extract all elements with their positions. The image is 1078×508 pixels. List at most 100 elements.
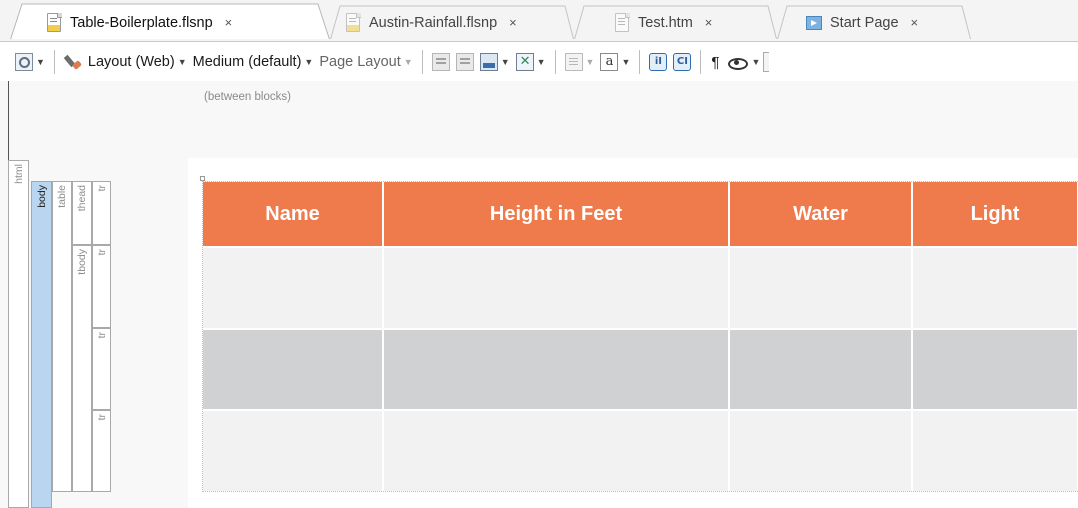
structure-bar-body[interactable]: body xyxy=(31,181,52,508)
snippet-file-icon xyxy=(345,12,361,33)
table-rows-dropdown[interactable]: ▼ xyxy=(513,49,549,75)
structure-bar-label: tr xyxy=(95,414,108,421)
insert-image-dropdown[interactable]: ▼ xyxy=(477,49,513,75)
medium-dropdown[interactable]: Medium (default) ▼ xyxy=(190,49,317,75)
table-cell[interactable] xyxy=(730,327,913,410)
snippet-file-icon xyxy=(46,12,62,33)
table-cell[interactable] xyxy=(730,246,913,328)
show-spans-icon xyxy=(455,53,474,71)
zoom-icon xyxy=(15,53,33,71)
table-row xyxy=(203,327,1078,410)
structure-bar-label: body xyxy=(35,185,48,208)
show-markers-button[interactable]: ¶ xyxy=(707,54,723,71)
tab-austin-rainfall[interactable]: Austin-Rainfall.flsnp × xyxy=(335,3,517,42)
table-cell[interactable] xyxy=(384,409,730,491)
structure-bar-html[interactable]: html xyxy=(8,160,29,508)
chevron-down-icon: ▼ xyxy=(177,57,187,67)
overflow-icon xyxy=(763,52,770,72)
text-format-dropdown[interactable]: a ▼ xyxy=(597,49,633,75)
structure-bar-thead[interactable]: thead xyxy=(72,181,92,245)
structure-bar-label: tbody xyxy=(76,249,88,275)
editor-toolbar: ▼ Layout (Web) ▼ Medium (default) ▼ Page… xyxy=(0,43,1078,81)
structure-bar-label: thead xyxy=(76,185,88,212)
table-cell[interactable] xyxy=(730,409,913,491)
table-cell[interactable] xyxy=(913,246,1078,328)
table-cell[interactable] xyxy=(384,246,730,328)
toolbar-separator xyxy=(554,50,556,74)
table-row xyxy=(203,409,1078,491)
structure-bar-tr[interactable]: tr xyxy=(92,245,111,328)
show-spans-button[interactable] xyxy=(453,49,477,75)
toolbar-separator xyxy=(639,50,641,74)
table-cell[interactable] xyxy=(203,246,384,328)
table-row xyxy=(203,246,1078,328)
structure-bar-table[interactable]: table xyxy=(52,181,72,492)
chevron-down-icon: ▼ xyxy=(621,57,631,67)
show-blocks-icon xyxy=(431,53,450,71)
header-cell-name[interactable]: Name xyxy=(203,182,384,246)
eye-icon xyxy=(726,53,749,71)
between-blocks-hint: (between blocks) xyxy=(204,91,291,103)
tab-close-button[interactable]: × xyxy=(509,15,517,30)
page-layout-label: Page Layout xyxy=(319,54,401,70)
condition-tag-icon: CI xyxy=(673,53,692,71)
document-icon xyxy=(564,53,583,71)
structure-bar-label: tr xyxy=(95,332,108,339)
chevron-down-icon: ▼ xyxy=(500,57,510,67)
brush-icon xyxy=(64,53,82,71)
chevron-down-icon: ▼ xyxy=(585,57,595,67)
show-conditions-button[interactable]: CI xyxy=(670,49,694,75)
structure-bar-tr[interactable]: tr xyxy=(92,328,111,410)
chevron-down-icon: ▼ xyxy=(536,57,546,67)
header-cell-water[interactable]: Water xyxy=(730,182,913,246)
toolbar-separator xyxy=(700,50,702,74)
document-options-dropdown[interactable]: ▼ xyxy=(562,49,598,75)
style-brush-button[interactable] xyxy=(61,49,85,75)
tab-label: Austin-Rainfall.flsnp xyxy=(369,14,498,31)
structure-bar-label: tr xyxy=(95,249,108,256)
zoom-dropdown[interactable]: ▼ xyxy=(12,49,48,75)
header-cell-height[interactable]: Height in Feet xyxy=(384,182,730,246)
start-page-icon xyxy=(806,15,822,30)
table-cell[interactable] xyxy=(913,409,1078,491)
show-tags-button[interactable]: iI xyxy=(646,49,670,75)
chevron-down-icon: ▼ xyxy=(36,57,45,67)
html-file-icon xyxy=(614,12,630,33)
chevron-down-icon: ▼ xyxy=(304,57,314,67)
structure-bar-tbody[interactable]: tbody xyxy=(72,245,92,492)
document-tab-strip: Table-Boilerplate.flsnp × Austin-Rainfal… xyxy=(0,0,1078,42)
structure-bar-label: tr xyxy=(95,185,108,192)
tab-start-page[interactable]: Start Page × xyxy=(796,3,918,42)
structure-bar-tr[interactable]: tr xyxy=(92,181,111,245)
table-cell[interactable] xyxy=(384,327,730,410)
chevron-down-icon: ▼ xyxy=(403,57,413,67)
layout-dropdown[interactable]: Layout (Web) ▼ xyxy=(85,49,190,75)
table-header-row: Name Height in Feet Water Light xyxy=(203,182,1078,246)
data-table[interactable]: Name Height in Feet Water Light xyxy=(202,181,1078,492)
tab-label: Table-Boilerplate.flsnp xyxy=(70,14,213,31)
table-row-icon xyxy=(515,53,534,71)
medium-label: Medium (default) xyxy=(192,54,302,70)
table-cell[interactable] xyxy=(203,409,384,491)
structure-bar-label: html xyxy=(12,164,25,184)
page-layout-dropdown[interactable]: Page Layout ▼ xyxy=(316,49,415,75)
tab-table-boilerplate[interactable]: Table-Boilerplate.flsnp × xyxy=(36,3,232,42)
table-cell[interactable] xyxy=(203,327,384,410)
chevron-down-icon: ▼ xyxy=(751,57,761,67)
tab-close-button[interactable]: × xyxy=(705,15,713,30)
table-cell[interactable] xyxy=(913,327,1078,410)
tab-test-htm[interactable]: Test.htm × xyxy=(604,3,712,42)
tab-close-button[interactable]: × xyxy=(225,15,233,30)
show-blocks-button[interactable] xyxy=(429,49,453,75)
image-icon xyxy=(479,53,498,71)
toolbar-separator xyxy=(421,50,423,74)
toolbar-separator xyxy=(53,50,55,74)
tab-close-button[interactable]: × xyxy=(911,15,919,30)
tab-label: Start Page xyxy=(830,14,899,31)
tag-icon: iI xyxy=(649,53,668,71)
header-cell-light[interactable]: Light xyxy=(913,182,1078,246)
layout-label: Layout (Web) xyxy=(87,54,175,70)
text-format-icon: a xyxy=(600,53,619,71)
preview-dropdown[interactable]: ▼ xyxy=(723,49,763,75)
structure-bar-tr[interactable]: tr xyxy=(92,410,111,492)
